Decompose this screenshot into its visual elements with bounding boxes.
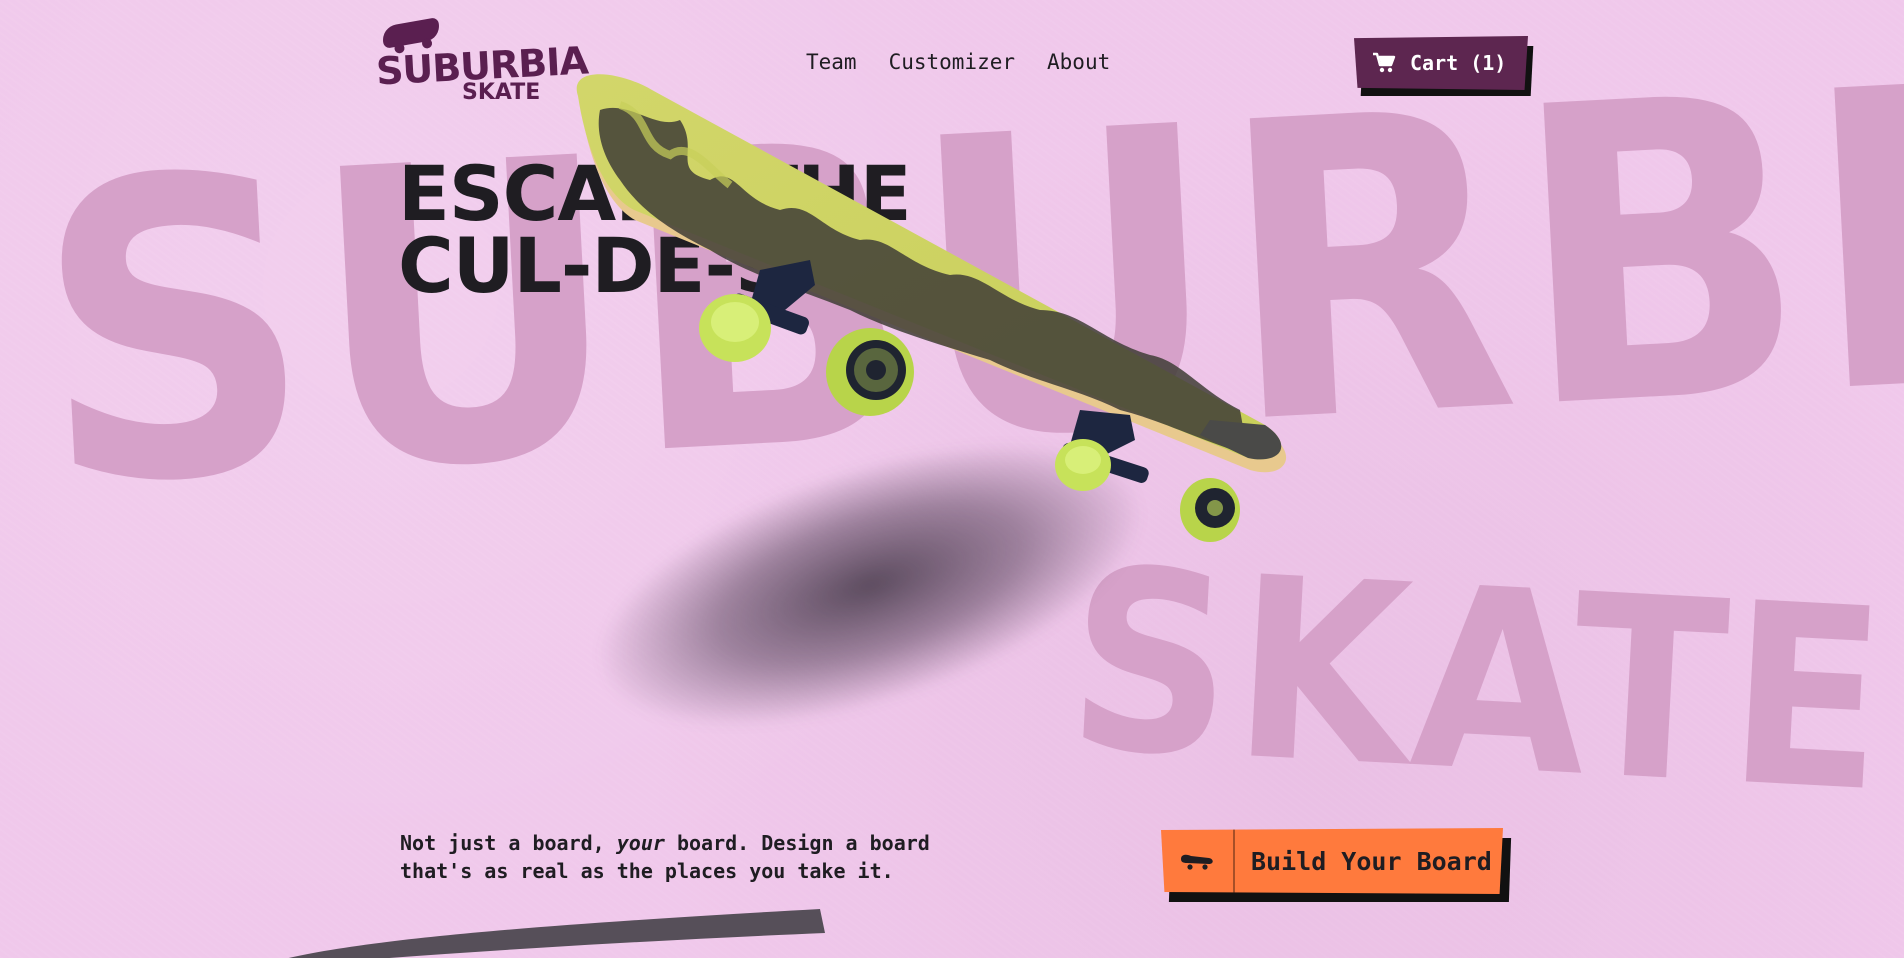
paint-streak-decoration: [280, 905, 825, 958]
skateboard-icon: [1161, 828, 1235, 894]
hero-subtext-emphasis: your: [616, 831, 665, 855]
logo-text-line2: SKATE: [462, 80, 541, 105]
shopping-cart-icon: [1372, 52, 1396, 74]
site-header: SUBURBIA SKATE Team Customizer About Car…: [0, 0, 1904, 110]
brand-logo[interactable]: SUBURBIA SKATE: [375, 17, 589, 106]
nav-link-customizer[interactable]: Customizer: [889, 50, 1015, 74]
hero-headline: ESCAPE THE CUL-DE-SAC: [398, 149, 912, 310]
hero-subtext: Not just a board, your board. Design a b…: [400, 829, 960, 885]
cta-face: Build Your Board: [1161, 828, 1503, 894]
nav-link-team[interactable]: Team: [806, 50, 857, 74]
logo-skateboard-icon: [380, 17, 442, 49]
cart-button-face: Cart (1): [1354, 36, 1528, 90]
cart-label: Cart (1): [1410, 51, 1507, 75]
hero-headline-line1: ESCAPE THE: [398, 149, 912, 238]
skateboard-shadow: [568, 389, 1172, 781]
hero-subtext-before: Not just a board,: [400, 831, 617, 855]
main-nav: Team Customizer About: [806, 50, 1110, 74]
cart-button[interactable]: Cart (1): [1354, 36, 1534, 96]
nav-link-about[interactable]: About: [1047, 50, 1110, 74]
build-your-board-button[interactable]: Build Your Board: [1161, 828, 1512, 902]
hero-headline-line2: CUL-DE-SAC: [398, 221, 902, 310]
cta-label: Build Your Board: [1251, 846, 1492, 876]
background-wordmark-skate: SKATE: [1062, 514, 1895, 848]
